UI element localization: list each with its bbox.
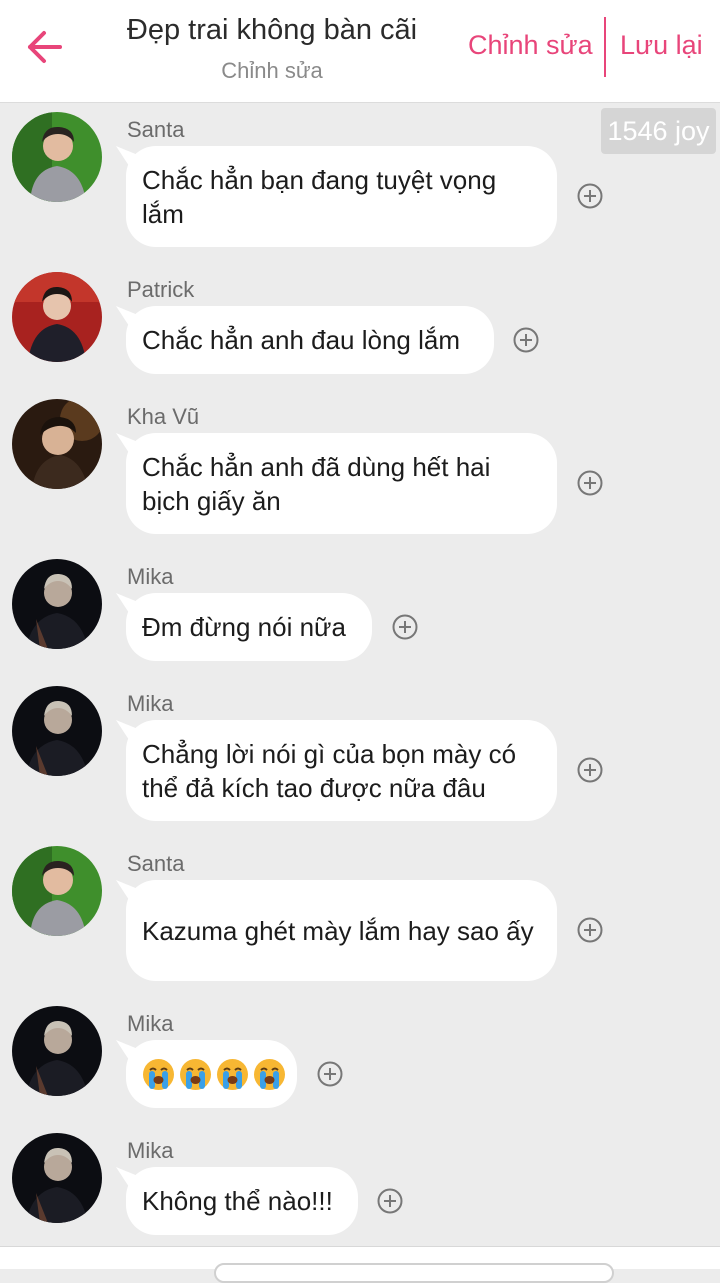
header-divider (604, 17, 606, 77)
sender-name: Mika (127, 691, 174, 716)
sender-name: Santa (127, 851, 185, 876)
avatar[interactable] (12, 1006, 102, 1096)
avatar[interactable] (12, 272, 102, 362)
message-text: Chắc hẳn bạn đang tuyệt vọng lắm (142, 164, 497, 229)
sender-name: Kha Vũ (127, 404, 200, 429)
message-input[interactable] (214, 1263, 614, 1283)
message-text: Đm đừng nói nữa (142, 612, 346, 642)
add-reaction-icon[interactable] (577, 757, 603, 783)
chat-header: Đẹp trai không bàn cãi Chỉnh sửa Chỉnh s… (0, 0, 720, 103)
avatar[interactable] (12, 686, 102, 776)
loudly-crying-face-icon (143, 1058, 174, 1090)
avatar[interactable] (12, 1133, 102, 1223)
add-reaction-icon[interactable] (577, 183, 603, 209)
avatar[interactable] (12, 112, 102, 202)
loudly-crying-face-icon (180, 1058, 211, 1090)
save-button[interactable]: Lưu lại (620, 30, 703, 61)
chat-subtitle: Chỉnh sửa (221, 58, 323, 83)
message-bubble[interactable]: Đm đừng nói nữa (126, 593, 372, 661)
add-reaction-icon[interactable] (513, 327, 539, 353)
add-reaction-icon[interactable] (392, 614, 418, 640)
loudly-crying-face-icon (217, 1058, 248, 1090)
emoji-row (142, 1058, 286, 1091)
message-bubble[interactable]: Chắc hẳn bạn đang tuyệt vọng lắm (126, 146, 557, 247)
message-text: Chắc hẳn anh đau lòng lắm (142, 325, 461, 355)
avatar[interactable] (12, 399, 102, 489)
message-bubble[interactable]: Không thể nào!!! (126, 1167, 358, 1235)
message-text: Kazuma ghét mày lắm hay sao ấy (142, 915, 534, 946)
message-bubble[interactable]: Chắc hẳn anh đã dùng hết hai bịch giấy ă… (126, 433, 557, 534)
message-bubble[interactable]: Chẳng lời nói gì của bọn mày có thể đả k… (126, 720, 557, 821)
avatar[interactable] (12, 559, 102, 649)
add-reaction-icon[interactable] (577, 470, 603, 496)
message-bubble[interactable]: Kazuma ghét mày lắm hay sao ấy (126, 880, 557, 981)
add-reaction-icon[interactable] (317, 1061, 343, 1087)
joy-badge: 1546 joy (601, 108, 716, 154)
message-text: Chắc hẳn anh đã dùng hết hai bịch giấy ă… (142, 451, 491, 516)
chat-title: Đẹp trai không bàn cãi (126, 14, 418, 46)
add-reaction-icon[interactable] (577, 917, 603, 943)
message-text: Không thể nào!!! (142, 1186, 333, 1216)
sender-name: Mika (127, 1138, 174, 1163)
sender-name: Mika (127, 1011, 174, 1036)
back-arrow-icon[interactable] (24, 26, 66, 68)
add-reaction-icon[interactable] (377, 1188, 403, 1214)
message-bubble[interactable] (126, 1040, 297, 1108)
sender-name: Patrick (127, 277, 195, 302)
sender-name: Mika (127, 564, 174, 589)
sender-name: Santa (127, 117, 185, 142)
loudly-crying-face-icon (254, 1058, 285, 1090)
edit-button[interactable]: Chỉnh sửa (468, 30, 593, 61)
message-bubble[interactable]: Chắc hẳn anh đau lòng lắm (126, 306, 494, 374)
message-text: Chẳng lời nói gì của bọn mày có thể đả k… (142, 738, 517, 803)
avatar[interactable] (12, 846, 102, 936)
